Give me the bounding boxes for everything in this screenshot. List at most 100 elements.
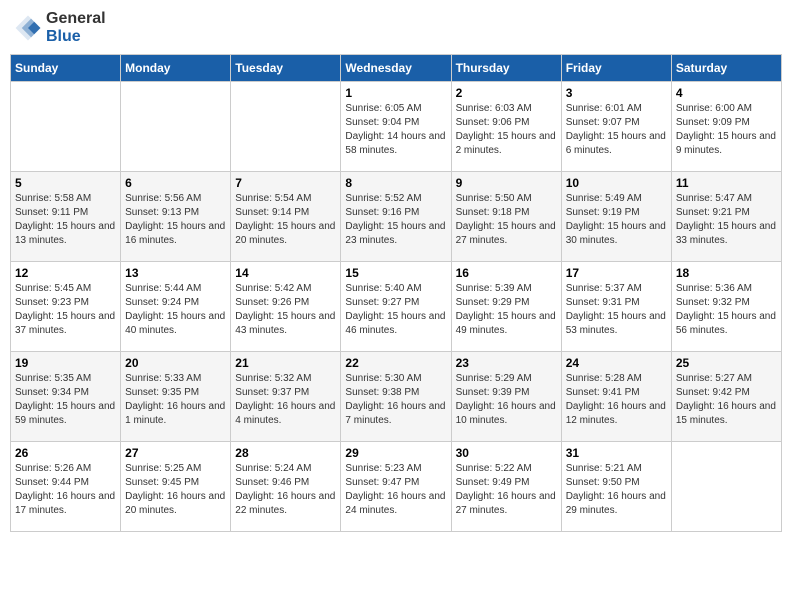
- day-info: Sunrise: 5:29 AMSunset: 9:39 PMDaylight:…: [456, 372, 557, 428]
- day-info: Sunrise: 5:36 AMSunset: 9:32 PMDaylight:…: [676, 282, 777, 338]
- day-number: 9: [456, 176, 557, 190]
- calendar-cell: 16 Sunrise: 5:39 AMSunset: 9:29 PMDayligh…: [451, 262, 561, 352]
- day-number: 21: [235, 356, 336, 370]
- calendar-cell: 8 Sunrise: 5:52 AMSunset: 9:16 PMDaylight…: [341, 172, 451, 262]
- day-info: Sunrise: 5:26 AMSunset: 9:44 PMDaylight:…: [15, 462, 116, 518]
- calendar-cell: 24 Sunrise: 5:28 AMSunset: 9:41 PMDayligh…: [561, 352, 671, 442]
- day-info: Sunrise: 5:44 AMSunset: 9:24 PMDaylight:…: [125, 282, 226, 338]
- calendar-cell: 27 Sunrise: 5:25 AMSunset: 9:45 PMDayligh…: [121, 442, 231, 532]
- calendar-week-5: 26 Sunrise: 5:26 AMSunset: 9:44 PMDayligh…: [11, 442, 782, 532]
- day-info: Sunrise: 5:23 AMSunset: 9:47 PMDaylight:…: [345, 462, 446, 518]
- day-number: 4: [676, 86, 777, 100]
- day-info: Sunrise: 6:03 AMSunset: 9:06 PMDaylight:…: [456, 102, 557, 158]
- day-info: Sunrise: 5:40 AMSunset: 9:27 PMDaylight:…: [345, 282, 446, 338]
- calendar-cell: 25 Sunrise: 5:27 AMSunset: 9:42 PMDayligh…: [671, 352, 781, 442]
- logo-text: General Blue: [46, 10, 106, 46]
- calendar-cell: 13 Sunrise: 5:44 AMSunset: 9:24 PMDayligh…: [121, 262, 231, 352]
- day-info: Sunrise: 5:35 AMSunset: 9:34 PMDaylight:…: [15, 372, 116, 428]
- day-info: Sunrise: 5:28 AMSunset: 9:41 PMDaylight:…: [566, 372, 667, 428]
- day-info: Sunrise: 5:21 AMSunset: 9:50 PMDaylight:…: [566, 462, 667, 518]
- day-number: 11: [676, 176, 777, 190]
- day-info: Sunrise: 5:33 AMSunset: 9:35 PMDaylight:…: [125, 372, 226, 428]
- day-number: 3: [566, 86, 667, 100]
- day-info: Sunrise: 5:27 AMSunset: 9:42 PMDaylight:…: [676, 372, 777, 428]
- day-number: 20: [125, 356, 226, 370]
- calendar-cell: 20 Sunrise: 5:33 AMSunset: 9:35 PMDayligh…: [121, 352, 231, 442]
- day-info: Sunrise: 5:58 AMSunset: 9:11 PMDaylight:…: [15, 192, 116, 248]
- day-number: 31: [566, 446, 667, 460]
- calendar-cell: 18Sunrise: 5:36 AMSunset: 9:32 PMDayligh…: [671, 262, 781, 352]
- day-number: 7: [235, 176, 336, 190]
- calendar-cell: 21 Sunrise: 5:32 AMSunset: 9:37 PMDayligh…: [231, 352, 341, 442]
- day-number: 10: [566, 176, 667, 190]
- logo-general: General: [46, 10, 106, 27]
- day-header-sunday: Sunday: [11, 55, 121, 82]
- calendar-cell: 15 Sunrise: 5:40 AMSunset: 9:27 PMDayligh…: [341, 262, 451, 352]
- day-info: Sunrise: 5:25 AMSunset: 9:45 PMDaylight:…: [125, 462, 226, 518]
- day-number: 24: [566, 356, 667, 370]
- day-header-saturday: Saturday: [671, 55, 781, 82]
- calendar-week-1: 1Sunrise: 6:05 AMSunset: 9:04 PMDaylight…: [11, 82, 782, 172]
- day-info: Sunrise: 6:05 AMSunset: 9:04 PMDaylight:…: [345, 102, 446, 158]
- day-info: Sunrise: 5:32 AMSunset: 9:37 PMDaylight:…: [235, 372, 336, 428]
- calendar-cell: 23 Sunrise: 5:29 AMSunset: 9:39 PMDayligh…: [451, 352, 561, 442]
- day-header-friday: Friday: [561, 55, 671, 82]
- calendar-cell: 5Sunrise: 5:58 AMSunset: 9:11 PMDaylight…: [11, 172, 121, 262]
- day-number: 22: [345, 356, 446, 370]
- logo-blue: Blue: [46, 28, 81, 45]
- calendar-cell: 9 Sunrise: 5:50 AMSunset: 9:18 PMDaylight…: [451, 172, 561, 262]
- calendar-week-3: 12 Sunrise: 5:45 AMSunset: 9:23 PMDayligh…: [11, 262, 782, 352]
- day-number: 30: [456, 446, 557, 460]
- day-number: 23: [456, 356, 557, 370]
- calendar-cell: 1Sunrise: 6:05 AMSunset: 9:04 PMDaylight…: [341, 82, 451, 172]
- day-info: Sunrise: 5:49 AMSunset: 9:19 PMDaylight:…: [566, 192, 667, 248]
- day-info: Sunrise: 5:22 AMSunset: 9:49 PMDaylight:…: [456, 462, 557, 518]
- day-header-tuesday: Tuesday: [231, 55, 341, 82]
- calendar-cell: 28Sunrise: 5:24 AMSunset: 9:46 PMDayligh…: [231, 442, 341, 532]
- calendar-cell: 2 Sunrise: 6:03 AMSunset: 9:06 PMDaylight…: [451, 82, 561, 172]
- day-number: 12: [15, 266, 116, 280]
- day-info: Sunrise: 5:39 AMSunset: 9:29 PMDaylight:…: [456, 282, 557, 338]
- day-number: 26: [15, 446, 116, 460]
- calendar-cell: 31 Sunrise: 5:21 AMSunset: 9:50 PMDayligh…: [561, 442, 671, 532]
- calendar-cell: 19Sunrise: 5:35 AMSunset: 9:34 PMDayligh…: [11, 352, 121, 442]
- day-info: Sunrise: 6:01 AMSunset: 9:07 PMDaylight:…: [566, 102, 667, 158]
- day-header-wednesday: Wednesday: [341, 55, 451, 82]
- day-number: 29: [345, 446, 446, 460]
- calendar-cell: 30 Sunrise: 5:22 AMSunset: 9:49 PMDayligh…: [451, 442, 561, 532]
- day-number: 27: [125, 446, 226, 460]
- day-info: Sunrise: 5:42 AMSunset: 9:26 PMDaylight:…: [235, 282, 336, 338]
- calendar-cell: 10 Sunrise: 5:49 AMSunset: 9:19 PMDayligh…: [561, 172, 671, 262]
- calendar-cell: 3 Sunrise: 6:01 AMSunset: 9:07 PMDaylight…: [561, 82, 671, 172]
- day-number: 8: [345, 176, 446, 190]
- calendar-week-2: 5Sunrise: 5:58 AMSunset: 9:11 PMDaylight…: [11, 172, 782, 262]
- day-info: Sunrise: 5:30 AMSunset: 9:38 PMDaylight:…: [345, 372, 446, 428]
- day-number: 16: [456, 266, 557, 280]
- calendar-cell: 4Sunrise: 6:00 AMSunset: 9:09 PMDaylight…: [671, 82, 781, 172]
- day-number: 15: [345, 266, 446, 280]
- day-number: 2: [456, 86, 557, 100]
- calendar-cell: [121, 82, 231, 172]
- day-info: Sunrise: 5:47 AMSunset: 9:21 PMDaylight:…: [676, 192, 777, 248]
- calendar-cell: [11, 82, 121, 172]
- calendar-cell: 7 Sunrise: 5:54 AMSunset: 9:14 PMDaylight…: [231, 172, 341, 262]
- calendar-cell: 17Sunrise: 5:37 AMSunset: 9:31 PMDayligh…: [561, 262, 671, 352]
- day-info: Sunrise: 5:50 AMSunset: 9:18 PMDaylight:…: [456, 192, 557, 248]
- day-number: 13: [125, 266, 226, 280]
- calendar-cell: 6 Sunrise: 5:56 AMSunset: 9:13 PMDaylight…: [121, 172, 231, 262]
- day-number: 14: [235, 266, 336, 280]
- calendar-cell: [231, 82, 341, 172]
- calendar-cell: 22 Sunrise: 5:30 AMSunset: 9:38 PMDayligh…: [341, 352, 451, 442]
- day-info: Sunrise: 5:56 AMSunset: 9:13 PMDaylight:…: [125, 192, 226, 248]
- page-header: General Blue: [10, 10, 782, 46]
- logo: General Blue: [14, 10, 106, 46]
- day-info: Sunrise: 5:45 AMSunset: 9:23 PMDaylight:…: [15, 282, 116, 338]
- day-info: Sunrise: 5:52 AMSunset: 9:16 PMDaylight:…: [345, 192, 446, 248]
- calendar-header-row: SundayMondayTuesdayWednesdayThursdayFrid…: [11, 55, 782, 82]
- day-number: 25: [676, 356, 777, 370]
- day-header-monday: Monday: [121, 55, 231, 82]
- calendar-cell: 26 Sunrise: 5:26 AMSunset: 9:44 PMDayligh…: [11, 442, 121, 532]
- day-number: 6: [125, 176, 226, 190]
- day-info: Sunrise: 5:54 AMSunset: 9:14 PMDaylight:…: [235, 192, 336, 248]
- day-info: Sunrise: 5:37 AMSunset: 9:31 PMDaylight:…: [566, 282, 667, 338]
